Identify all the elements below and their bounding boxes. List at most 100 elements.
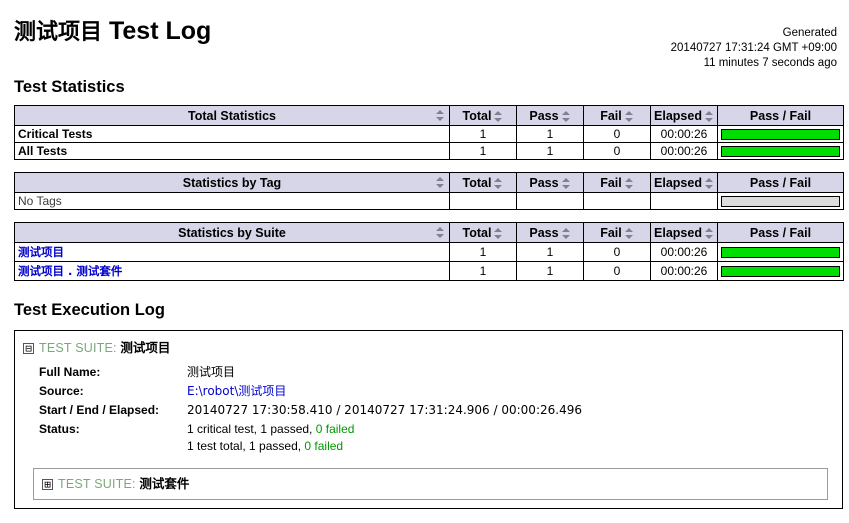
column-header-total[interactable]: Total [449, 222, 517, 243]
stats-cell-total: 1 [449, 242, 517, 262]
suite-meta-row: Source: E:\robot\测试项目 [39, 382, 582, 401]
child-suite-container[interactable]: ⊞ TEST SUITE: 测试套件 [33, 468, 828, 500]
suite-meta-value[interactable]: E:\robot\测试项目 [187, 382, 582, 401]
source-link[interactable]: E:\robot\测试项目 [187, 384, 286, 398]
column-header-pass[interactable]: Pass [516, 172, 584, 193]
column-header-elapsed[interactable]: Elapsed [650, 172, 718, 193]
stats-cell-fail: 0 [583, 242, 651, 262]
stats-cell-elapsed: 00:00:26 [650, 242, 718, 262]
suite-status-key: Status: [39, 422, 80, 436]
sort-arrows-icon[interactable] [704, 110, 714, 122]
pass-fail-bar [721, 128, 840, 140]
sort-arrows-icon[interactable] [704, 177, 714, 189]
stats-header-row: Statistics by Tag Total Pass Fail Elapsed Pas… [14, 172, 844, 193]
suite-metadata-table: Full Name: 测试项目 Source: E:\robot\测试项目 Start … [39, 363, 582, 456]
sort-arrows-icon[interactable] [624, 177, 634, 189]
column-header-fail[interactable]: Fail [583, 222, 651, 243]
column-header-elapsed[interactable]: Elapsed [650, 222, 718, 243]
sort-arrows-icon[interactable] [561, 110, 571, 122]
suite-link[interactable]: 测试项目 . 测试套件 [18, 264, 122, 278]
stats-header-row: Total Statistics Total Pass Fail Elapsed Pass… [14, 105, 844, 126]
stats-cell-passfail-bar [717, 142, 844, 160]
sort-arrows-icon[interactable] [561, 177, 571, 189]
suite-status-row: Status: 1 critical test, 1 passed, 0 fail… [39, 420, 582, 456]
stats-cell-passfail-bar [717, 242, 844, 262]
sort-arrows-icon[interactable] [494, 110, 503, 122]
stats-row: All Tests 1 1 0 00:00:26 [14, 142, 844, 160]
column-header-elapsed[interactable]: Elapsed [650, 105, 718, 126]
stats-table-statistics-by-tag: Statistics by Tag Total Pass Fail Elapsed Pas… [14, 172, 844, 210]
suite-name: 测试项目 [120, 340, 171, 355]
suite-meta-value: 20140727 17:30:58.410 / 20140727 17:31:2… [187, 403, 582, 417]
collapse-minus-icon[interactable]: ⊟ [23, 343, 34, 355]
page-title-en: Test Log [108, 17, 212, 45]
sort-arrows-icon[interactable] [624, 110, 634, 122]
generated-info: Generated 20140727 17:31:24 GMT +09:00 1… [671, 26, 837, 71]
child-suite-header-row[interactable]: ⊞ TEST SUITE: 测试套件 [40, 473, 821, 495]
column-header-fail[interactable]: Fail [583, 172, 651, 193]
stats-cell-elapsed: 00:00:26 [650, 261, 718, 281]
pass-fail-bar [721, 145, 840, 157]
pass-fail-bar [721, 246, 840, 258]
stats-cell-total [449, 192, 517, 210]
report-header: 测试项目 Test Log Generated 20140727 17:31:2… [10, 16, 839, 71]
stats-row-name: No Tags [14, 192, 450, 210]
bar-pass-segment [722, 247, 839, 257]
status-line: 1 test total, 1 passed, 0 failed [187, 439, 344, 453]
stats-row: 测试项目 . 测试套件 1 1 0 00:00:26 [14, 261, 844, 281]
stats-cell-passfail-bar [717, 261, 844, 281]
expand-plus-icon[interactable]: ⊞ [42, 479, 53, 491]
suite-status-value: 1 critical test, 1 passed, 0 failed 1 tes… [187, 420, 582, 456]
column-header-pass[interactable]: Pass [516, 222, 584, 243]
bar-pass-segment [722, 266, 839, 276]
column-header-pass[interactable]: Pass [516, 105, 584, 126]
stats-row: 测试项目 1 1 0 00:00:26 [14, 242, 844, 262]
suite-meta-key: Start / End / Elapsed: [39, 403, 160, 417]
suite-meta-key: Full Name: [39, 365, 101, 379]
child-suite-kind-label: TEST SUITE: [58, 477, 136, 491]
stats-cell-total: 1 [449, 125, 517, 143]
sort-arrows-icon[interactable] [624, 227, 634, 239]
column-header-passfail: Pass / Fail [717, 105, 844, 126]
pass-fail-bar [721, 195, 840, 207]
stats-cell-passfail-bar [717, 125, 844, 143]
suite-link[interactable]: 测试项目 [18, 245, 64, 259]
stats-row-name[interactable]: 测试项目 [14, 242, 450, 262]
stats-table-statistics-by-suite: Statistics by Suite Total Pass Fail Elapsed P… [14, 222, 844, 281]
stats-cell-pass: 1 [516, 242, 584, 262]
status-failed-count: 0 failed [304, 439, 344, 453]
sort-arrows-icon[interactable] [561, 227, 571, 239]
stats-title-statistics-by-tag[interactable]: Statistics by Tag [14, 172, 450, 193]
stats-cell-pass: 1 [516, 125, 584, 143]
sort-arrows-icon[interactable] [494, 177, 503, 189]
sort-arrows-icon[interactable] [494, 227, 503, 239]
stats-title-statistics-by-suite[interactable]: Statistics by Suite [14, 222, 450, 243]
stats-cell-fail: 0 [583, 261, 651, 281]
suite-container: ⊟ TEST SUITE: 测试项目 Full Name: 测试项目 Source: E… [14, 330, 843, 509]
stats-cell-pass [516, 192, 584, 210]
execution-log-heading: Test Execution Log [14, 301, 165, 319]
column-header-total[interactable]: Total [449, 105, 517, 126]
stats-cell-elapsed: 00:00:26 [650, 125, 718, 143]
stats-cell-total: 1 [449, 142, 517, 160]
column-header-fail[interactable]: Fail [583, 105, 651, 126]
column-header-total[interactable]: Total [449, 172, 517, 193]
suite-meta-row: Full Name: 测试项目 [39, 363, 582, 382]
suite-meta-value: 测试项目 [187, 365, 236, 379]
stats-row-name: All Tests [14, 142, 450, 160]
sort-arrows-icon[interactable] [704, 227, 714, 239]
report-page: 测试项目 Test Log Generated 20140727 17:31:2… [0, 0, 849, 509]
suite-meta-row: Start / End / Elapsed: 20140727 17:30:58.… [39, 401, 582, 420]
sort-arrows-icon[interactable] [436, 110, 445, 121]
stats-cell-pass: 1 [516, 261, 584, 281]
stats-cell-elapsed [650, 192, 718, 210]
column-header-passfail: Pass / Fail [717, 172, 844, 193]
stats-cell-passfail-bar [717, 192, 844, 210]
sort-arrows-icon[interactable] [436, 227, 445, 238]
stats-cell-fail: 0 [583, 125, 651, 143]
column-header-passfail: Pass / Fail [717, 222, 844, 243]
stats-title-total-statistics[interactable]: Total Statistics [14, 105, 450, 126]
stats-row-name[interactable]: 测试项目 . 测试套件 [14, 261, 450, 281]
sort-arrows-icon[interactable] [436, 177, 445, 188]
suite-header-row[interactable]: ⊟ TEST SUITE: 测试项目 [21, 337, 836, 359]
